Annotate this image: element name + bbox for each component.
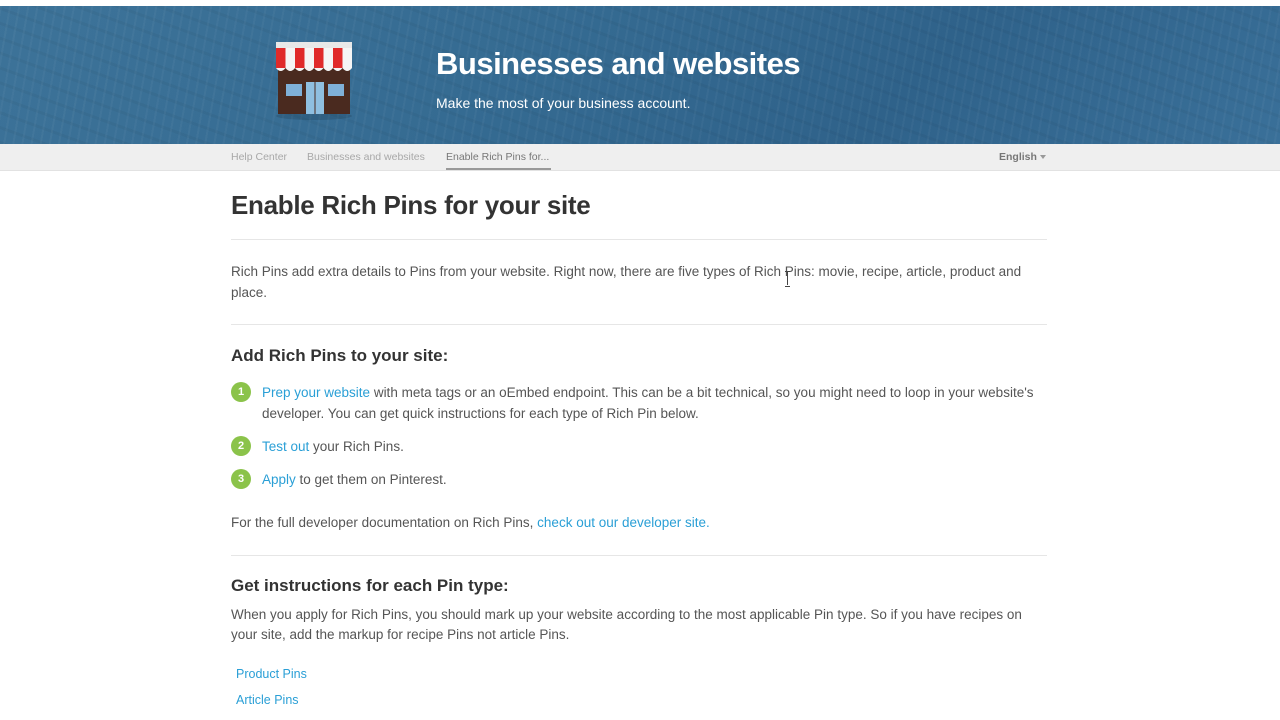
breadcrumb-help-center[interactable]: Help Center [231,151,287,163]
hero-title: Businesses and websites [436,46,801,81]
article-pins-link[interactable]: Article Pins [236,693,299,707]
developer-docs-text: For the full developer documentation on … [231,515,538,530]
step-number-badge: 3 [231,469,251,489]
breadcrumb-active-underline [446,168,551,170]
breadcrumb: Help Center Businesses and websites Enab… [0,144,1280,171]
storefront-icon [276,42,352,120]
step-text: Apply to get them on Pinterest. [262,469,1047,490]
product-pins-link[interactable]: Product Pins [236,667,307,681]
step-description: your Rich Pins. [309,439,404,454]
test-out-link[interactable]: Test out [262,439,309,454]
developer-site-link[interactable]: check out our developer site. [537,515,710,530]
apply-link[interactable]: Apply [262,472,296,487]
step-number-badge: 1 [231,382,251,402]
add-rich-pins-heading: Add Rich Pins to your site: [231,346,449,365]
page-title: Enable Rich Pins for your site [231,190,591,220]
breadcrumb-businesses-and-websites[interactable]: Businesses and websites [307,151,425,163]
prep-website-link[interactable]: Prep your website [262,385,370,400]
divider [231,324,1047,325]
divider [231,555,1047,556]
step-number-badge: 2 [231,436,251,456]
instructions-paragraph: When you apply for Rich Pins, you should… [231,607,1022,642]
developer-docs-paragraph: For the full developer documentation on … [231,512,1031,533]
hero-subtitle: Make the most of your business account. [436,95,691,111]
instructions-heading: Get instructions for each Pin type: [231,576,509,595]
step-text: Prep your website with meta tags or an o… [262,382,1047,424]
breadcrumb-current-page[interactable]: Enable Rich Pins for... [446,151,549,163]
step-description: to get them on Pinterest. [295,472,447,487]
hero-banner: Businesses and websites Make the most of… [0,6,1280,144]
step-description: with meta tags or an oEmbed endpoint. Th… [262,385,1034,421]
text-cursor-icon [785,271,790,287]
chevron-down-icon[interactable] [1040,155,1046,159]
divider [231,239,1047,240]
step-text: Test out your Rich Pins. [262,436,1047,457]
intro-paragraph: Rich Pins add extra details to Pins from… [231,264,1022,300]
language-selector[interactable]: English [999,151,1037,163]
